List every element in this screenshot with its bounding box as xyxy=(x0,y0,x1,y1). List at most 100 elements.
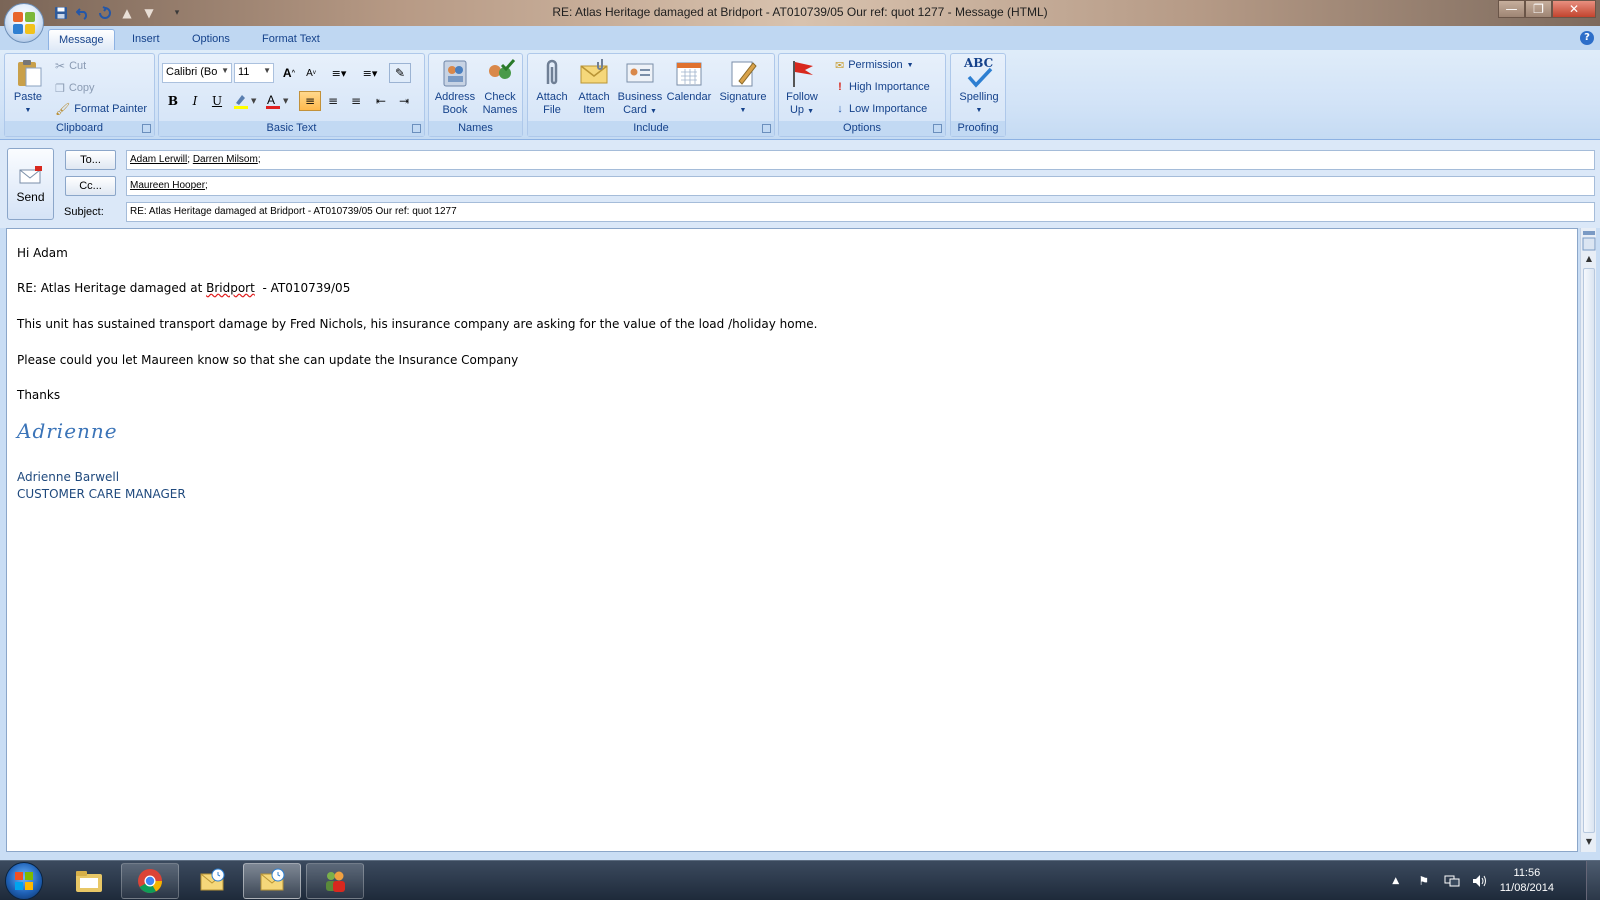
calendar-button[interactable]: Calendar xyxy=(664,57,714,104)
paste-button[interactable]: Paste ▼ xyxy=(9,57,47,117)
include-group: Attach File Attach Item Business Card ▼ … xyxy=(527,53,775,137)
action-center-flag-icon[interactable]: ⚑ xyxy=(1416,873,1432,889)
copy-button[interactable]: ❐ Copy xyxy=(55,78,95,98)
taskbar-outlook[interactable] xyxy=(183,863,241,899)
clear-formatting-icon[interactable]: ✎ xyxy=(389,63,411,83)
taskbar-chrome[interactable] xyxy=(121,863,179,899)
minimize-icon[interactable]: — xyxy=(1498,0,1525,18)
message-body-editor[interactable]: Hi Adam RE: Atlas Heritage damaged at Br… xyxy=(6,228,1578,852)
ruler-toggle-icon[interactable] xyxy=(1582,230,1596,252)
to-button[interactable]: To... xyxy=(65,150,116,170)
scroll-down-icon[interactable]: ▼ xyxy=(1582,835,1596,849)
recipient[interactable]: Adam Lerwill xyxy=(130,154,187,165)
subject-field[interactable]: RE: Atlas Heritage damaged at Bridport -… xyxy=(126,202,1595,222)
svg-text:▼: ▼ xyxy=(283,97,289,105)
chrome-icon xyxy=(138,869,162,894)
spelling-button[interactable]: ABC Spelling ▼ xyxy=(954,57,1004,117)
bullets-icon[interactable]: ≡▾ xyxy=(325,63,353,83)
system-tray: ▲ ⚑ 11:56 11/08/2014 xyxy=(1388,861,1554,900)
reference-suffix: - AT010739/05 xyxy=(254,281,351,295)
numbering-icon[interactable]: ≡▾ xyxy=(355,63,385,83)
follow-up-button[interactable]: Follow Up ▼ xyxy=(782,57,822,118)
paste-dropdown-icon[interactable]: ▼ xyxy=(25,104,32,117)
send-envelope-icon xyxy=(19,166,42,184)
attach-file-button[interactable]: Attach File xyxy=(530,57,574,117)
vertical-scrollbar[interactable]: ▲ ▼ xyxy=(1580,228,1596,852)
send-button[interactable]: Send xyxy=(7,148,54,220)
bold-button[interactable]: B xyxy=(162,91,184,111)
low-importance-button[interactable]: ↓ Low Importance xyxy=(835,99,927,119)
align-center-icon[interactable]: ≡ xyxy=(322,91,344,111)
attach-file-label-2: File xyxy=(543,104,561,116)
increase-indent-icon[interactable]: ⇥ xyxy=(393,91,415,111)
business-card-label-2: Card ▼ xyxy=(623,104,657,116)
to-field[interactable]: Adam Lerwill; Darren Milsom; xyxy=(126,150,1595,170)
font-name-value: Calibri (Bo xyxy=(166,66,218,78)
taskbar-outlook-message[interactable] xyxy=(243,863,301,899)
cut-button[interactable]: ✂ Cut xyxy=(55,56,86,76)
options-launcher-icon[interactable] xyxy=(933,124,942,133)
underline-button[interactable]: U xyxy=(206,91,228,111)
italic-button[interactable]: I xyxy=(184,91,206,111)
font-size-combo[interactable]: 11 ▼ xyxy=(234,63,274,83)
help-icon[interactable]: ? xyxy=(1580,31,1594,45)
signature-dropdown-icon[interactable]: ▼ xyxy=(740,104,747,117)
format-painter-button[interactable]: 🖌 Format Painter xyxy=(55,99,147,119)
names-group-label: Names xyxy=(429,121,522,136)
office-button[interactable] xyxy=(4,3,44,43)
permission-button[interactable]: ✉ Permission ▼ xyxy=(835,55,914,75)
basic-text-group: Calibri (Bo ▼ 11 ▼ A ^ Av ≡▾ ≡▾ ✎ B I U ▼… xyxy=(158,53,425,137)
restore-icon[interactable]: ❐ xyxy=(1525,0,1552,18)
signature-button[interactable]: Signature ▼ xyxy=(715,57,771,117)
recipient[interactable]: Maureen Hooper xyxy=(130,180,205,191)
start-button[interactable] xyxy=(5,862,43,900)
address-book-button[interactable]: Address Book xyxy=(433,57,477,117)
grow-font-icon[interactable]: A ^ xyxy=(278,63,300,83)
show-desktop-button[interactable] xyxy=(1586,861,1600,900)
taskbar-communicator[interactable] xyxy=(306,863,364,899)
title-bar: ▲ ▼ ▾ RE: Atlas Heritage damaged at Brid… xyxy=(0,0,1600,26)
align-right-icon[interactable]: ≡ xyxy=(345,91,367,111)
spelling-dropdown-icon[interactable]: ▼ xyxy=(976,104,983,117)
show-hidden-icons-icon[interactable]: ▲ xyxy=(1388,873,1404,889)
high-importance-label: High Importance xyxy=(849,81,930,93)
highlight-icon[interactable]: ▼ xyxy=(231,91,261,111)
font-color-icon[interactable]: A ▼ xyxy=(263,91,293,111)
body-paragraph-2: Please could you let Maureen know so tha… xyxy=(17,353,519,367)
taskbar-explorer[interactable] xyxy=(60,863,118,899)
clipboard-launcher-icon[interactable] xyxy=(142,124,151,133)
cc-field[interactable]: Maureen Hooper; xyxy=(126,176,1595,196)
check-names-icon xyxy=(489,59,516,79)
business-card-label-1: Business xyxy=(617,91,663,103)
decrease-indent-icon[interactable]: ⇤ xyxy=(370,91,392,111)
shrink-font-icon[interactable]: Av xyxy=(300,63,322,83)
network-icon[interactable] xyxy=(1444,873,1460,889)
tab-message[interactable]: Message xyxy=(48,29,115,50)
body-paragraph-1: This unit has sustained transport damage… xyxy=(17,317,818,331)
misspelled-word[interactable]: Bridport xyxy=(206,281,255,295)
recipient[interactable]: Darren Milsom xyxy=(193,154,258,165)
window-controls: — ❐ ✕ xyxy=(1498,0,1596,18)
tab-format-text[interactable]: Format Text xyxy=(252,29,330,50)
scissors-icon: ✂ xyxy=(55,59,66,73)
cc-button[interactable]: Cc... xyxy=(65,176,116,196)
taskbar-clock[interactable]: 11:56 11/08/2014 xyxy=(1500,866,1554,896)
volume-icon[interactable] xyxy=(1472,873,1488,889)
tab-insert[interactable]: Insert xyxy=(122,29,170,50)
scroll-thumb[interactable] xyxy=(1583,268,1595,833)
business-card-button[interactable]: Business Card ▼ xyxy=(616,57,664,118)
font-name-combo[interactable]: Calibri (Bo ▼ xyxy=(162,63,232,83)
high-importance-button[interactable]: ! High Importance xyxy=(835,77,930,97)
calendar-label: Calendar xyxy=(666,91,712,103)
basic-text-launcher-icon[interactable] xyxy=(412,124,421,133)
exclamation-icon: ! xyxy=(838,81,842,93)
check-names-button[interactable]: Check Names xyxy=(478,57,522,117)
scroll-up-icon[interactable]: ▲ xyxy=(1582,252,1596,266)
include-launcher-icon[interactable] xyxy=(762,124,771,133)
attach-item-button[interactable]: Attach Item xyxy=(573,57,615,117)
windows-logo-icon xyxy=(15,872,33,890)
align-left-icon[interactable]: ≡ xyxy=(299,91,321,111)
clipboard-group: Paste ▼ ✂ Cut ❐ Copy 🖌 Format Painter Cl… xyxy=(4,53,155,137)
tab-options[interactable]: Options xyxy=(182,29,240,50)
close-icon[interactable]: ✕ xyxy=(1552,0,1596,18)
